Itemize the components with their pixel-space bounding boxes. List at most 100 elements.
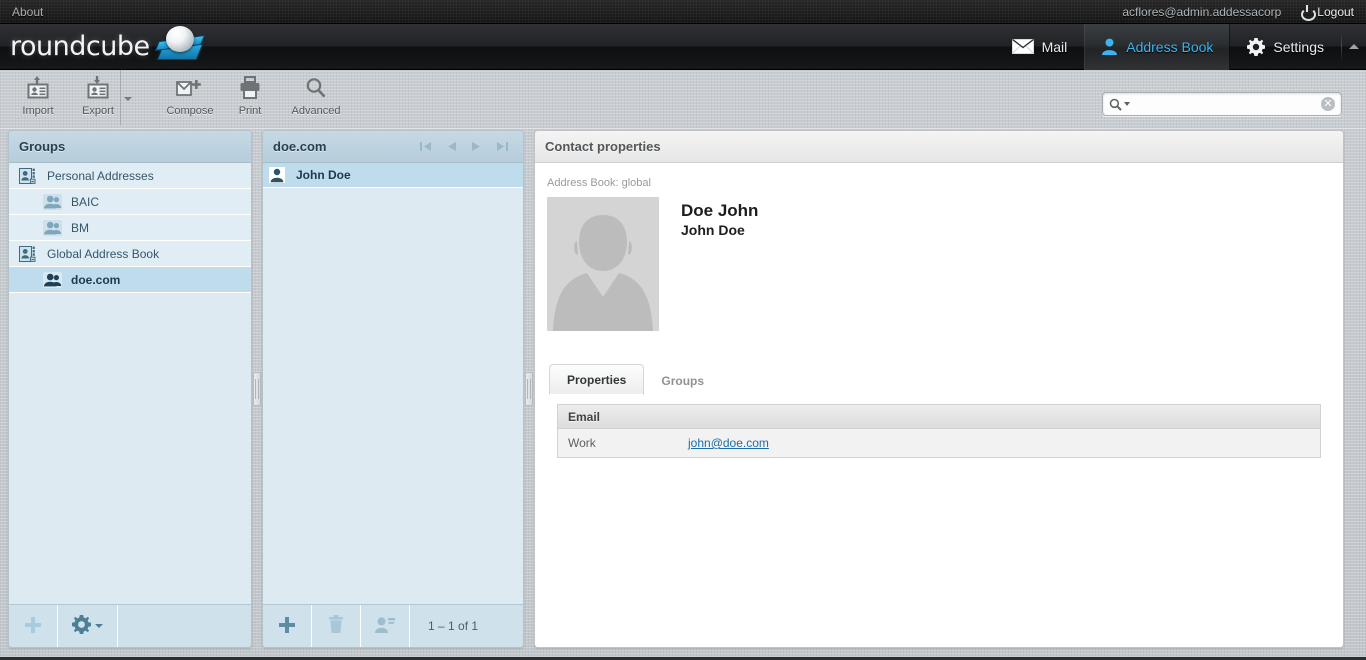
- search-box[interactable]: ✕: [1102, 92, 1342, 116]
- contact-full-name: John Doe: [681, 222, 745, 238]
- contact-field-value: john@doe.com: [688, 436, 769, 450]
- fieldset-legend: Email: [557, 404, 1321, 428]
- address-book-source-label: Address Book: global: [547, 177, 651, 189]
- task-settings-label: Settings: [1273, 38, 1324, 55]
- import-contacts-icon: [23, 74, 53, 102]
- task-settings[interactable]: Settings: [1230, 24, 1341, 70]
- task-mail[interactable]: Mail: [995, 24, 1085, 70]
- gear-icon: [72, 615, 91, 637]
- addressbook-icon: [19, 245, 41, 262]
- logout-button[interactable]: Logout: [1301, 5, 1354, 19]
- magnifier-icon: [304, 74, 328, 102]
- chevron-down-icon: [95, 624, 103, 628]
- contactgroup-icon: [43, 193, 65, 210]
- plus-icon: [24, 616, 42, 637]
- contact-row[interactable]: John Doe: [263, 163, 523, 188]
- groups-panel: Groups Personal Addresses BAIC BM Global Ad…: [8, 130, 252, 648]
- compose-label: Compose: [166, 105, 214, 117]
- contactgroup-icon: [43, 219, 65, 236]
- current-user-label: acflores@admin.addessacorp: [1122, 4, 1282, 19]
- main-area: Groups Personal Addresses BAIC BM Global Ad…: [0, 130, 1366, 648]
- logo-cube-icon: [152, 24, 214, 70]
- export-contacts-icon: [83, 74, 113, 102]
- group-row-label: Personal Addresses: [47, 168, 154, 183]
- import-button[interactable]: Import: [8, 70, 68, 125]
- contact-icon: [269, 167, 291, 183]
- contacts-list[interactable]: John Doe: [263, 163, 523, 604]
- remove-contact-icon: [374, 616, 396, 637]
- toolbar: Import Export Compose Print Advanced ✕: [0, 70, 1366, 129]
- group-row-label: doe.com: [71, 272, 121, 287]
- fieldset-email: Email Work john@doe.com: [547, 404, 1331, 458]
- envelope-icon: [1011, 39, 1034, 54]
- export-label: Export: [82, 105, 114, 117]
- contact-tabs: Properties Groups: [547, 363, 1331, 395]
- advanced-search-button[interactable]: Advanced: [280, 70, 352, 125]
- add-group-button[interactable]: [9, 605, 58, 647]
- groups-list[interactable]: Personal Addresses BAIC BM Global Address B…: [9, 163, 251, 604]
- printer-icon: [237, 74, 263, 102]
- groups-footer-spacer: [118, 605, 251, 647]
- group-row-personal-addresses[interactable]: Personal Addresses: [9, 163, 251, 189]
- task-menu: Mail Address Book Settings: [995, 23, 1366, 70]
- group-row-doe-com[interactable]: doe.com: [9, 267, 251, 293]
- export-button[interactable]: Export: [68, 70, 128, 125]
- logo-text: roundcube: [10, 31, 150, 62]
- logout-label: Logout: [1317, 4, 1354, 19]
- groups-footer: [9, 604, 251, 647]
- tab-properties[interactable]: Properties: [549, 364, 645, 395]
- search-icon[interactable]: [1109, 98, 1130, 111]
- group-row-label: Global Address Book: [47, 246, 160, 261]
- list-pager: [419, 141, 513, 152]
- add-contact-button[interactable]: [263, 605, 312, 647]
- group-row-global-address-book[interactable]: Global Address Book: [9, 241, 251, 267]
- import-label: Import: [22, 105, 54, 117]
- page-prev-icon[interactable]: [446, 141, 457, 152]
- print-label: Print: [238, 105, 262, 117]
- roundcube-logo[interactable]: roundcube: [10, 24, 214, 70]
- app-header: roundcube Mail Address Book Settings: [0, 23, 1366, 70]
- search-input[interactable]: [1130, 97, 1321, 111]
- gear-icon: [1247, 37, 1266, 56]
- remove-from-group-button[interactable]: [361, 605, 410, 647]
- delete-contact-button[interactable]: [312, 605, 361, 647]
- contact-header: Doe John John Doe: [547, 197, 1331, 331]
- contacts-list-panel: doe.com John Doe 1 – 1 of 1: [262, 130, 524, 648]
- splitter-groups-list[interactable]: [252, 130, 262, 648]
- contact-name-block: Doe John John Doe: [681, 197, 758, 331]
- trash-icon: [327, 615, 345, 637]
- task-mail-label: Mail: [1041, 38, 1068, 55]
- group-options-button[interactable]: [58, 605, 118, 647]
- contact-photo-placeholder: [547, 197, 659, 331]
- email-link[interactable]: john@doe.com: [688, 436, 769, 450]
- group-row-baic[interactable]: BAIC: [9, 189, 251, 215]
- splitter-grip: [253, 372, 261, 406]
- task-addressbook[interactable]: Address Book: [1084, 23, 1231, 70]
- contact-field-row: Work john@doe.com: [558, 429, 1320, 457]
- fieldset-body: Work john@doe.com: [557, 428, 1321, 458]
- groups-panel-title: Groups: [9, 131, 251, 163]
- tab-groups[interactable]: Groups: [644, 366, 721, 395]
- splitter-grip: [525, 372, 533, 406]
- power-icon: [1301, 5, 1312, 17]
- clear-circle-icon[interactable]: ✕: [1321, 97, 1335, 111]
- advanced-label: Advanced: [291, 105, 341, 117]
- splitter-list-contact[interactable]: [524, 130, 534, 648]
- page-first-icon[interactable]: [419, 141, 432, 152]
- contact-fieldsets: Email Work john@doe.com: [547, 404, 1331, 458]
- contact-panel-body: Address Book: global Doe John John Doe P…: [535, 163, 1343, 647]
- chevron-up-icon[interactable]: [1342, 24, 1366, 70]
- page-next-icon[interactable]: [471, 141, 482, 152]
- group-row-bm[interactable]: BM: [9, 215, 251, 241]
- group-row-label: BAIC: [71, 194, 100, 209]
- contacts-count-label: 1 – 1 of 1: [428, 619, 479, 633]
- contacts-list-header: doe.com: [263, 131, 523, 163]
- print-button[interactable]: Print: [220, 70, 280, 125]
- compose-button[interactable]: Compose: [160, 70, 220, 125]
- contact-panel-title: Contact properties: [535, 131, 1343, 163]
- page-last-icon[interactable]: [496, 141, 509, 152]
- top-bar-right: acflores@admin.addessacorp Logout: [1122, 5, 1366, 19]
- compose-icon: [174, 74, 206, 102]
- about-link[interactable]: About: [0, 5, 55, 19]
- task-addressbook-label: Address Book: [1126, 38, 1214, 55]
